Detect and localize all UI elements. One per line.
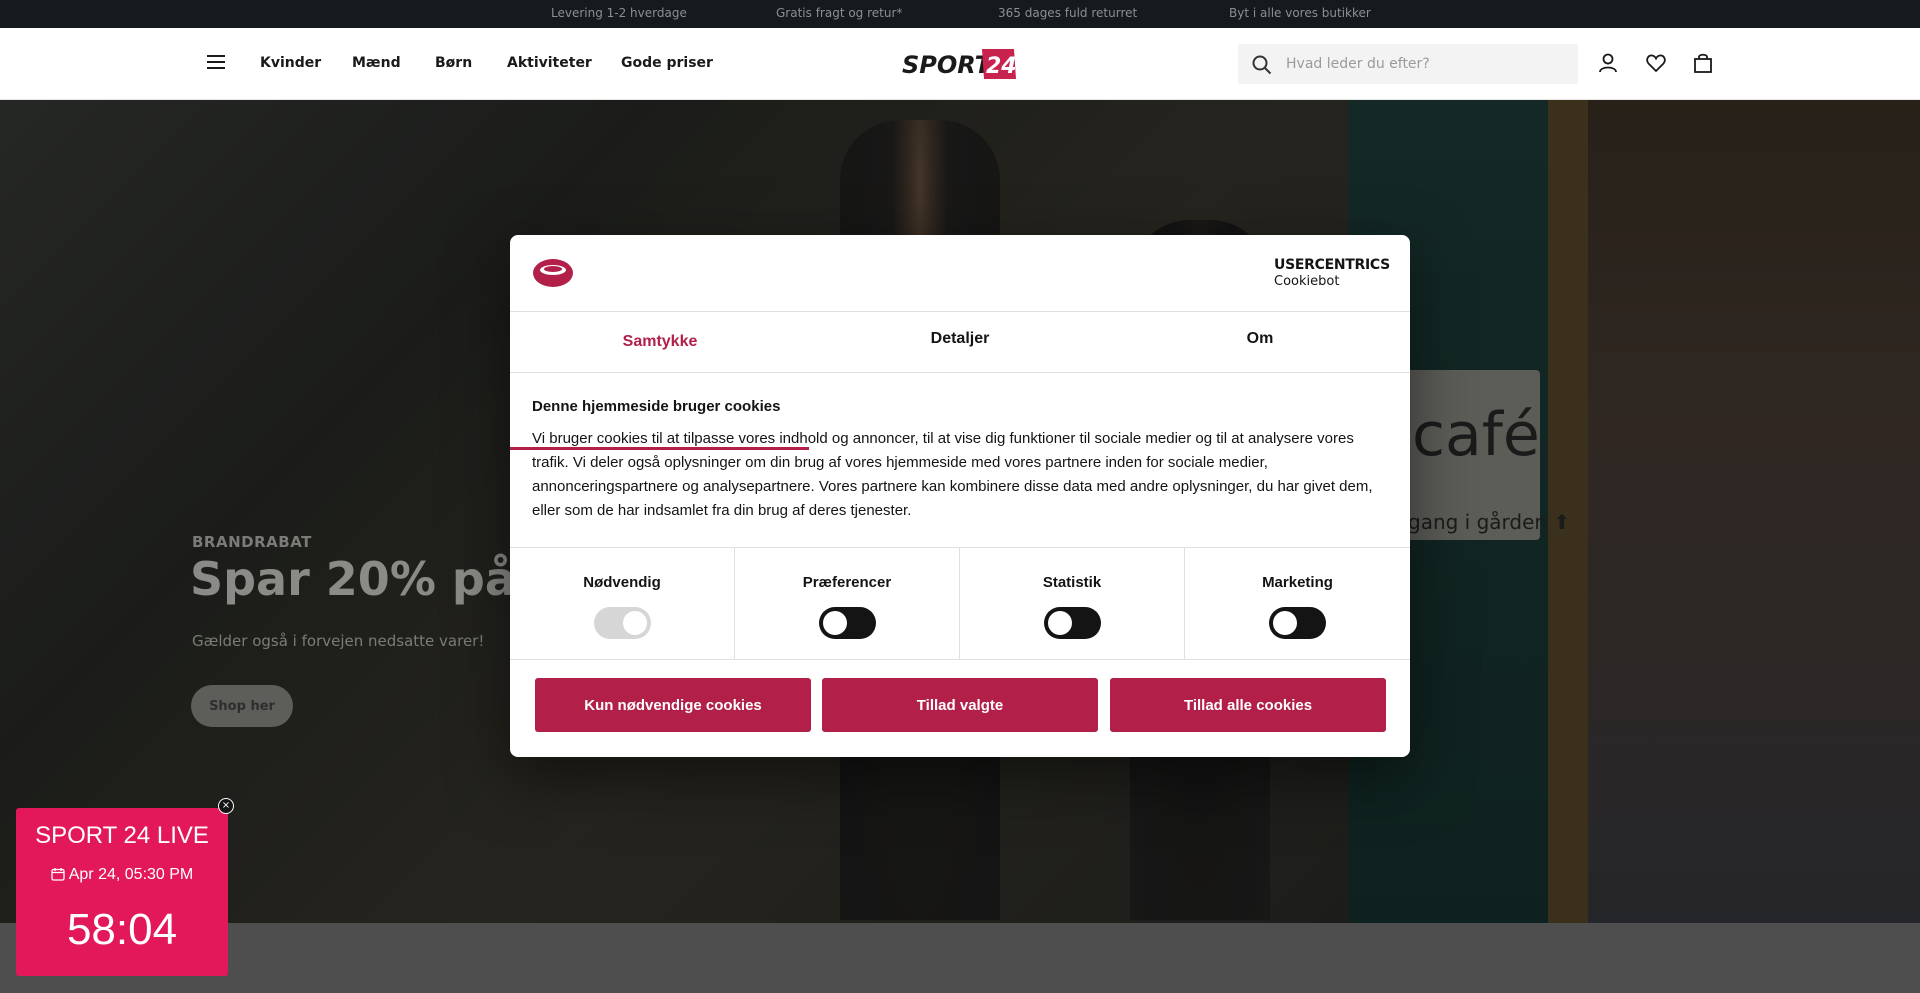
announcement-exchange: Byt i alle vores butikker	[1229, 6, 1371, 20]
nav-maend[interactable]: Mænd	[352, 55, 401, 71]
user-icon[interactable]	[1597, 52, 1619, 74]
announcement-delivery: Levering 1-2 hverdage	[551, 6, 687, 20]
tab-samtykke[interactable]: Samtykke	[510, 312, 810, 373]
noedvendig-toggle	[594, 607, 651, 639]
cookie-dialog-body: Denne hjemmeside bruger cookies Vi bruge…	[532, 398, 1392, 523]
live-widget-countdown: 58:04	[66, 905, 178, 954]
svg-text:SPORT: SPORT	[902, 51, 993, 79]
live-widget-date-text: Apr 24, 05:30 PM	[68, 866, 194, 883]
nav-aktiviteter[interactable]: Aktiviteter	[507, 55, 592, 71]
announcement-free-shipping: Gratis fragt og retur*	[776, 6, 903, 20]
allow-all-button[interactable]: Tillad alle cookies	[1110, 678, 1386, 732]
search-icon[interactable]	[1252, 55, 1272, 75]
tab-detaljer[interactable]: Detaljer	[810, 312, 1110, 373]
sport24-logo[interactable]: SPORT 24	[902, 46, 1018, 82]
cookie-heading: Denne hjemmeside bruger cookies	[532, 398, 781, 415]
allow-selected-button[interactable]: Tillad valgte	[822, 678, 1098, 732]
cookie-categories: Nødvendig Præferencer Statistik Marketin…	[510, 547, 1410, 660]
brand-logo-icon	[533, 259, 573, 287]
heart-icon[interactable]	[1645, 52, 1667, 74]
announcement-bar: Levering 1-2 hverdage Gratis fragt og re…	[0, 0, 1920, 28]
category-marketing: Marketing	[1185, 548, 1410, 660]
cookie-dialog-actions: Kun nødvendige cookies Tillad valgte Til…	[510, 661, 1410, 757]
calendar-icon	[51, 868, 65, 881]
category-label: Marketing	[1262, 574, 1333, 591]
marketing-toggle[interactable]	[1269, 607, 1326, 639]
live-widget-title: SPORT 24 LIVE	[35, 822, 209, 849]
usercentrics-wordmark: USERCENTRICS	[1274, 257, 1390, 273]
search-input[interactable]	[1286, 44, 1566, 84]
hero-shop-button[interactable]: Shop her	[191, 685, 293, 727]
cookiebot-logo[interactable]: USERCENTRICS Cookiebot	[1274, 257, 1390, 289]
svg-text:24: 24	[986, 54, 1017, 79]
shopping-bag-icon[interactable]	[1692, 52, 1714, 74]
category-label: Nødvendig	[583, 574, 661, 591]
category-noedvendig: Nødvendig	[510, 548, 735, 660]
necessary-only-button[interactable]: Kun nødvendige cookies	[535, 678, 811, 732]
page-bottom-strip	[0, 923, 1920, 993]
announcement-return: 365 dages fuld returret	[998, 6, 1138, 20]
nav-boern[interactable]: Børn	[435, 55, 472, 71]
tab-om[interactable]: Om	[1110, 312, 1410, 373]
nav-kvinder[interactable]: Kvinder	[260, 55, 321, 71]
cookie-consent-dialog: USERCENTRICS Cookiebot Samtykke Detaljer…	[510, 235, 1410, 757]
live-widget-date: Apr 24, 05:30 PM	[16, 866, 228, 884]
hero-eyebrow: BRANDRABAT	[192, 533, 312, 551]
cookiebot-wordmark: Cookiebot	[1274, 274, 1340, 289]
cookie-description: Vi bruger cookies til at tilpasse vores …	[532, 430, 1373, 519]
hero-headline: Spar 20% på L	[190, 552, 562, 606]
category-statistik: Statistik	[960, 548, 1185, 660]
cookie-dialog-header: USERCENTRICS Cookiebot	[510, 235, 1410, 312]
live-widget-close-icon[interactable]: ×	[218, 798, 234, 814]
category-praeferencer: Præferencer	[735, 548, 960, 660]
praeferencer-toggle[interactable]	[819, 607, 876, 639]
category-label: Statistik	[1042, 574, 1102, 591]
hero-subtitle: Gælder også i forvejen nedsatte varer!	[192, 632, 485, 650]
nav-gode-priser[interactable]: Gode priser	[621, 55, 713, 71]
hamburger-menu-icon[interactable]	[207, 55, 225, 69]
sport24-live-widget[interactable]: SPORT 24 LIVE Apr 24, 05:30 PM 58:04	[16, 808, 228, 976]
statistik-toggle[interactable]	[1044, 607, 1101, 639]
category-label: Præferencer	[802, 574, 892, 591]
site-header: Kvinder Mænd Børn Aktiviteter Gode prise…	[0, 28, 1920, 100]
search-bar[interactable]	[1238, 44, 1578, 84]
cookie-dialog-tabs: Samtykke Detaljer Om	[510, 312, 1410, 450]
